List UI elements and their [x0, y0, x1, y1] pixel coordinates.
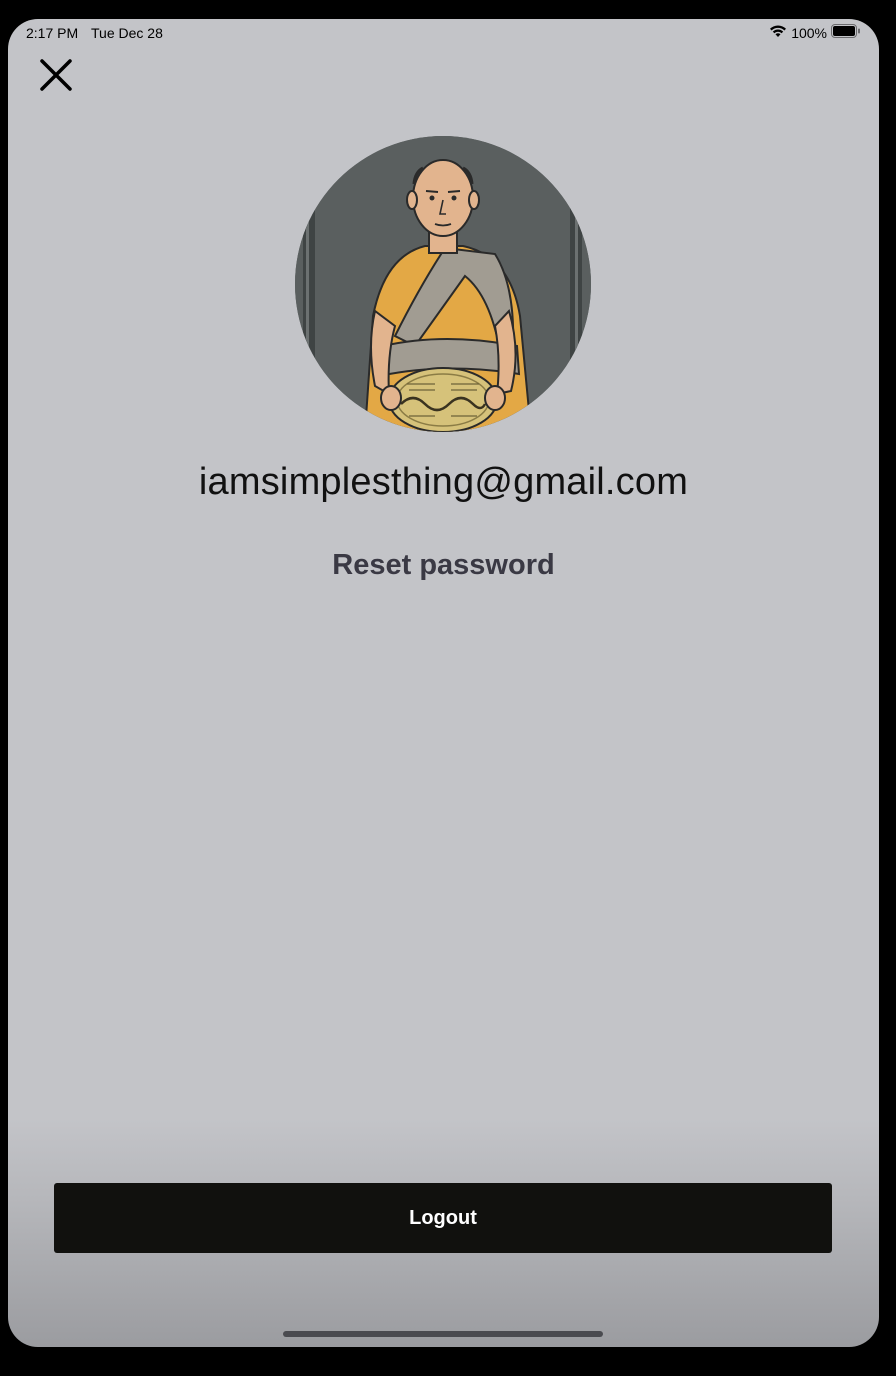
wifi-icon [769, 24, 787, 41]
status-bar: 2:17 PM Tue Dec 28 100% [8, 19, 879, 47]
battery-percentage: 100% [791, 24, 827, 41]
reset-password-link[interactable]: Reset password [8, 549, 879, 582]
close-icon [39, 58, 73, 97]
status-time: 2:17 PM [26, 25, 79, 41]
app-screen: 2:17 PM Tue Dec 28 100% iamsimplesthing@… [8, 19, 879, 1347]
status-date: Tue Dec 28 [91, 25, 163, 41]
home-indicator [283, 1331, 603, 1337]
battery-icon [831, 24, 861, 41]
avatar-illustration [295, 136, 591, 432]
logout-label: Logout [409, 1206, 477, 1229]
account-email: iamsimplesthing@gmail.com [198, 461, 689, 503]
logout-button[interactable]: Logout [54, 1183, 832, 1253]
status-indicators: 100% [769, 24, 861, 41]
avatar [295, 136, 591, 432]
close-button[interactable] [36, 57, 76, 97]
